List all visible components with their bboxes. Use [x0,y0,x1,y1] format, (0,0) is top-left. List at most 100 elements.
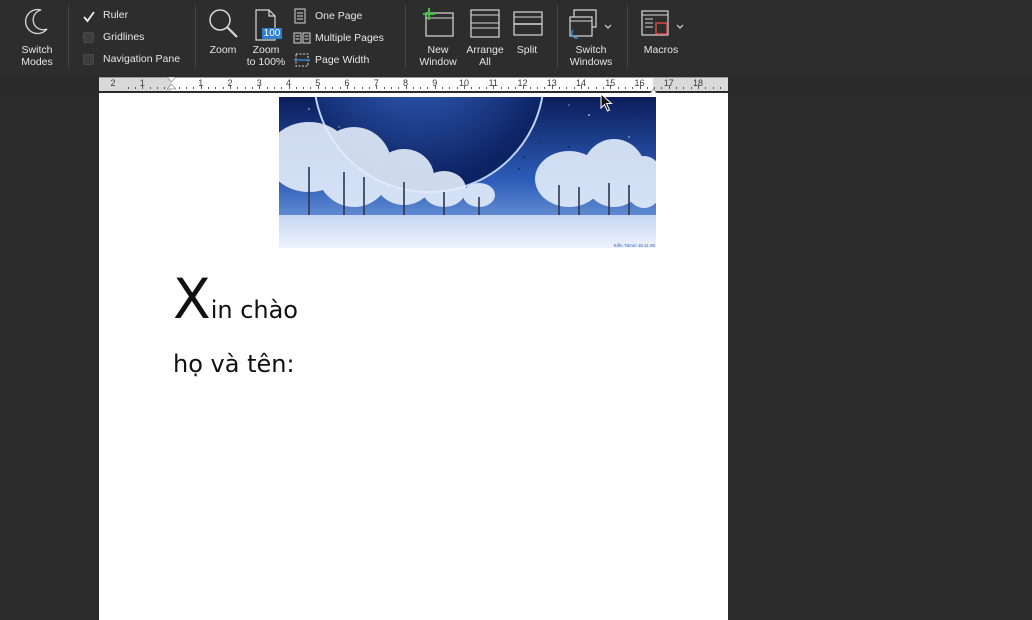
ruler-tick [507,87,509,89]
ruler-tick [215,87,217,89]
ruler-tick [559,87,561,89]
one-page-icon [293,8,307,29]
ruler-tick [361,87,363,89]
zoom-to-100-button[interactable]: 100 Zoom to 100% [243,0,289,75]
macros-button[interactable]: Macros [636,0,686,75]
ruler-tick [303,87,305,89]
ruler-tick [237,87,239,89]
ruler-tick [222,87,224,89]
checkbox-icon [83,54,94,65]
ruler-tick [624,87,626,89]
one-page-label: One Page [315,10,363,22]
ruler-tick [478,87,480,89]
switch-windows-label: Switch Windows [569,44,613,68]
ruler-tick [427,87,429,89]
winter-landscape-image[interactable]: Kiến Tâmm 18.11.06 [279,97,656,248]
separator [68,6,69,68]
ruler-tick [471,87,473,89]
horizontal-ruler[interactable]: 2 1 1 2 3 4 5 6 7 8 9 10 11 12 13 14 15 16 17 18 [99,76,728,96]
ruler-tick [588,87,590,89]
page-width-button[interactable]: Page Width [293,52,388,68]
ruler-tick [288,85,290,89]
ruler-tick [676,87,678,89]
chevron-down-icon [604,17,612,35]
ruler-tick [515,87,517,89]
greeting-paragraph[interactable]: Xin chào [173,269,298,329]
zoom-button[interactable]: Zoom [203,0,243,75]
ruler-tick [339,87,341,89]
ruler-tick [230,85,231,89]
ruler-tick [178,87,180,89]
arrange-all-button[interactable]: Arrange All [462,0,508,75]
ruler-tick [551,85,553,89]
ruler-tick [405,85,407,89]
ruler-tick [581,85,582,89]
ruler-tick [712,87,714,89]
ruler-tick [142,85,144,89]
switch-modes-button[interactable]: Switch Modes [10,0,64,75]
ruler-tick [537,87,539,89]
macros-icon [640,9,674,44]
ruler-tick [434,85,436,89]
ruler-tick [398,87,400,89]
multiple-pages-label: Multiple Pages [315,32,384,44]
drop-cap-letter: X [173,267,211,331]
ruler-tick [617,87,619,89]
ruler-tick [193,87,195,89]
ruler-tick [668,85,670,89]
ruler-number: 2 [110,78,116,88]
multiple-pages-button[interactable]: Multiple Pages [293,30,393,46]
document-page[interactable]: Kiến Tâmm 18.11.06 Xin chào họ và tên: [99,93,728,620]
ruler-tick [639,85,641,89]
separator [195,6,196,68]
ruler-tick [595,87,597,89]
ruler-tick [610,85,612,89]
ruler-tick [266,87,268,89]
ruler-tick [383,87,385,89]
ruler-tick [317,85,319,89]
ribbon-view-tab: Switch Modes Ruler Gridlines Navigation … [0,0,1032,75]
ruler-bar: 2 1 1 2 3 4 5 6 7 8 9 10 11 12 13 14 15 16 17 18 [0,75,1032,96]
ruler-tick [200,85,202,89]
ruler-tick [683,87,685,89]
gridlines-checkbox[interactable]: Gridlines [83,30,193,46]
split-icon [513,11,543,42]
ruler-tick [390,87,392,89]
ruler-tick [493,85,495,89]
ruler-tick [485,87,487,89]
ruler-tick [449,87,451,89]
ruler-tick [464,85,465,89]
switch-modes-label: Switch Modes [21,44,53,68]
ruler-tick [544,87,546,89]
page-width-icon [293,52,311,73]
navigation-pane-label: Navigation Pane [103,53,181,65]
ruler-label: Ruler [103,9,129,21]
name-field-line[interactable]: họ và tên: [173,350,295,378]
separator [627,6,628,68]
greeting-text: in chào [210,296,298,324]
ruler-tick [259,85,261,89]
image-caption: Kiến Tâmm 18.11.06 [613,243,655,248]
ruler-tick [420,87,422,89]
ruler-tick [500,87,502,89]
separator [557,6,558,68]
page-width-label: Page Width [315,54,370,66]
ruler-tick [244,87,246,89]
checkbox-icon [83,32,94,43]
ruler-tick [442,87,444,89]
new-window-button[interactable]: New Window [414,0,462,75]
ruler-tick [705,87,707,89]
ruler-checkbox[interactable]: Ruler [83,8,193,24]
split-button[interactable]: Split [508,0,546,75]
ruler-tick [347,85,348,89]
navigation-pane-checkbox[interactable]: Navigation Pane [83,52,193,68]
switch-windows-button[interactable]: Switch Windows [565,0,617,75]
one-page-button[interactable]: One Page [293,8,388,24]
new-window-icon [422,7,456,44]
ruler-tick [529,87,531,89]
macros-label: Macros [643,44,679,56]
zoom-label: Zoom [209,44,237,56]
magnifier-icon [208,8,240,45]
ruler-tick [295,87,297,89]
ruler-tick [376,85,378,89]
